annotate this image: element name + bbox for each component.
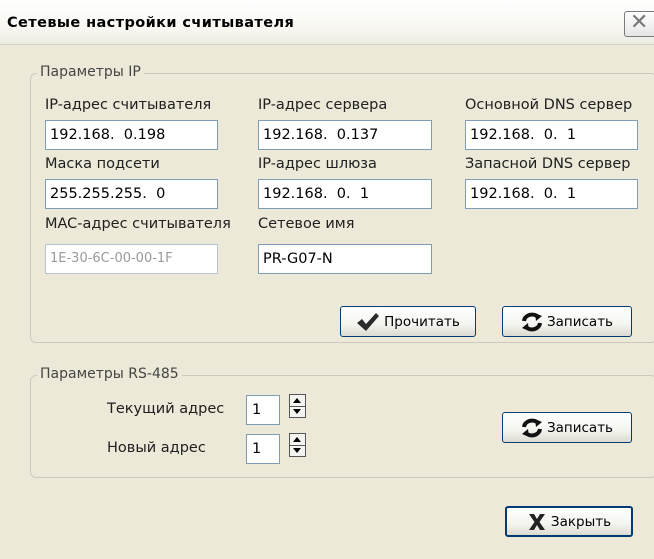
arrow-up-icon — [293, 398, 301, 403]
server-ip-label: IP-адрес сервера — [258, 97, 388, 113]
write-ip-button-label: Записать — [546, 313, 614, 330]
network-settings-dialog: Сетевые настройки считывателя ✕ Параметр… — [0, 0, 654, 559]
rs485-settings-legend: Параметры RS-485 — [37, 366, 182, 382]
reader-ip-input[interactable]: 192.168. 0.198 — [45, 120, 218, 150]
secondary-dns-input[interactable]: 192.168. 0. 1 — [465, 179, 638, 209]
current-address-decrement[interactable] — [290, 406, 305, 417]
arrow-up-icon — [293, 437, 301, 442]
checkmark-icon — [356, 312, 380, 332]
server-ip-input[interactable]: 192.168. 0.137 — [258, 120, 432, 150]
mac-address-input: 1E-30-6C-00-00-1F — [45, 244, 218, 274]
write-rs485-button[interactable]: Записать — [502, 412, 632, 443]
current-address-stepper[interactable] — [289, 394, 306, 418]
subnet-mask-input[interactable]: 255.255.255. 0 — [45, 179, 218, 209]
new-address-input[interactable]: 1 — [246, 434, 280, 464]
new-address-label: Новый адрес — [107, 440, 206, 456]
subnet-mask-label: Маска подсети — [45, 156, 160, 172]
close-button[interactable]: Закрыть — [505, 506, 633, 537]
close-button-label: Закрыть — [550, 513, 612, 530]
new-address-decrement[interactable] — [290, 445, 305, 456]
primary-dns-input[interactable]: 192.168. 0. 1 — [465, 120, 638, 150]
primary-dns-label: Основной DNS сервер — [465, 97, 633, 113]
refresh-icon — [521, 418, 543, 438]
write-ip-button[interactable]: Записать — [502, 306, 632, 337]
secondary-dns-label: Запасной DNS сервер — [465, 156, 631, 172]
hostname-label: Сетевое имя — [258, 216, 355, 232]
arrow-down-icon — [293, 409, 301, 414]
new-address-stepper[interactable] — [289, 433, 306, 457]
title-bar[interactable]: Сетевые настройки считывателя ✕ — [0, 0, 654, 45]
cross-icon — [527, 513, 547, 531]
current-address-label: Текущий адрес — [107, 401, 225, 417]
close-icon: ✕ — [630, 10, 649, 35]
gateway-ip-label: IP-адрес шлюза — [258, 156, 377, 172]
read-button-label: Прочитать — [384, 313, 460, 330]
window-close-button[interactable]: ✕ — [624, 10, 654, 37]
write-rs485-button-label: Записать — [546, 419, 614, 436]
hostname-input[interactable]: PR-G07-N — [258, 244, 432, 274]
read-button[interactable]: Прочитать — [340, 306, 476, 337]
reader-ip-label: IP-адрес считывателя — [45, 97, 212, 113]
ip-settings-legend: Параметры IP — [37, 64, 144, 80]
window-title: Сетевые настройки считывателя — [7, 15, 295, 31]
gateway-ip-input[interactable]: 192.168. 0. 1 — [258, 179, 432, 209]
mac-address-label: MAC-адрес считывателя — [45, 216, 231, 232]
current-address-input[interactable]: 1 — [246, 395, 280, 425]
refresh-icon — [521, 312, 543, 332]
arrow-down-icon — [293, 448, 301, 453]
